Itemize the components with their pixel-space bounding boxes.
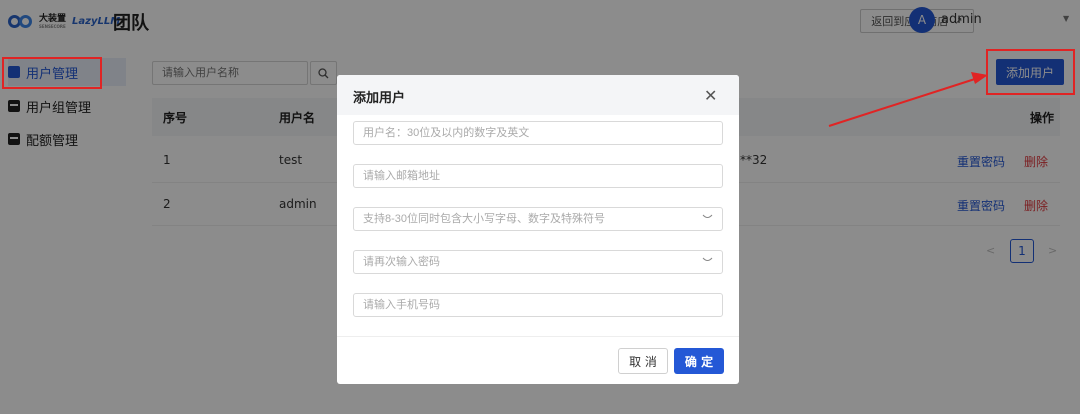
password-input[interactable] bbox=[354, 208, 684, 230]
password-field[interactable] bbox=[353, 207, 723, 231]
add-user-dialog: 添加用户 ✕ 取 消 确 定 bbox=[337, 75, 739, 384]
confirm-password-field[interactable] bbox=[353, 250, 723, 274]
phone-input[interactable] bbox=[354, 294, 684, 316]
phone-field[interactable] bbox=[353, 293, 723, 317]
username-field[interactable] bbox=[353, 121, 723, 145]
email-input[interactable] bbox=[354, 165, 684, 187]
cancel-button[interactable]: 取 消 bbox=[618, 348, 668, 374]
dialog-footer-divider bbox=[337, 336, 739, 337]
confirm-button[interactable]: 确 定 bbox=[674, 348, 724, 374]
annotation-box-sidebar bbox=[2, 57, 102, 89]
eye-closed-icon[interactable] bbox=[702, 255, 713, 266]
dialog-title: 添加用户 bbox=[353, 91, 406, 106]
eye-closed-icon[interactable] bbox=[702, 212, 713, 223]
confirm-password-input[interactable] bbox=[354, 251, 684, 273]
close-icon[interactable]: ✕ bbox=[704, 86, 717, 105]
annotation-box-add-button bbox=[986, 49, 1075, 95]
email-field[interactable] bbox=[353, 164, 723, 188]
dialog-header: 添加用户 ✕ bbox=[337, 75, 739, 115]
username-input[interactable] bbox=[354, 122, 684, 144]
